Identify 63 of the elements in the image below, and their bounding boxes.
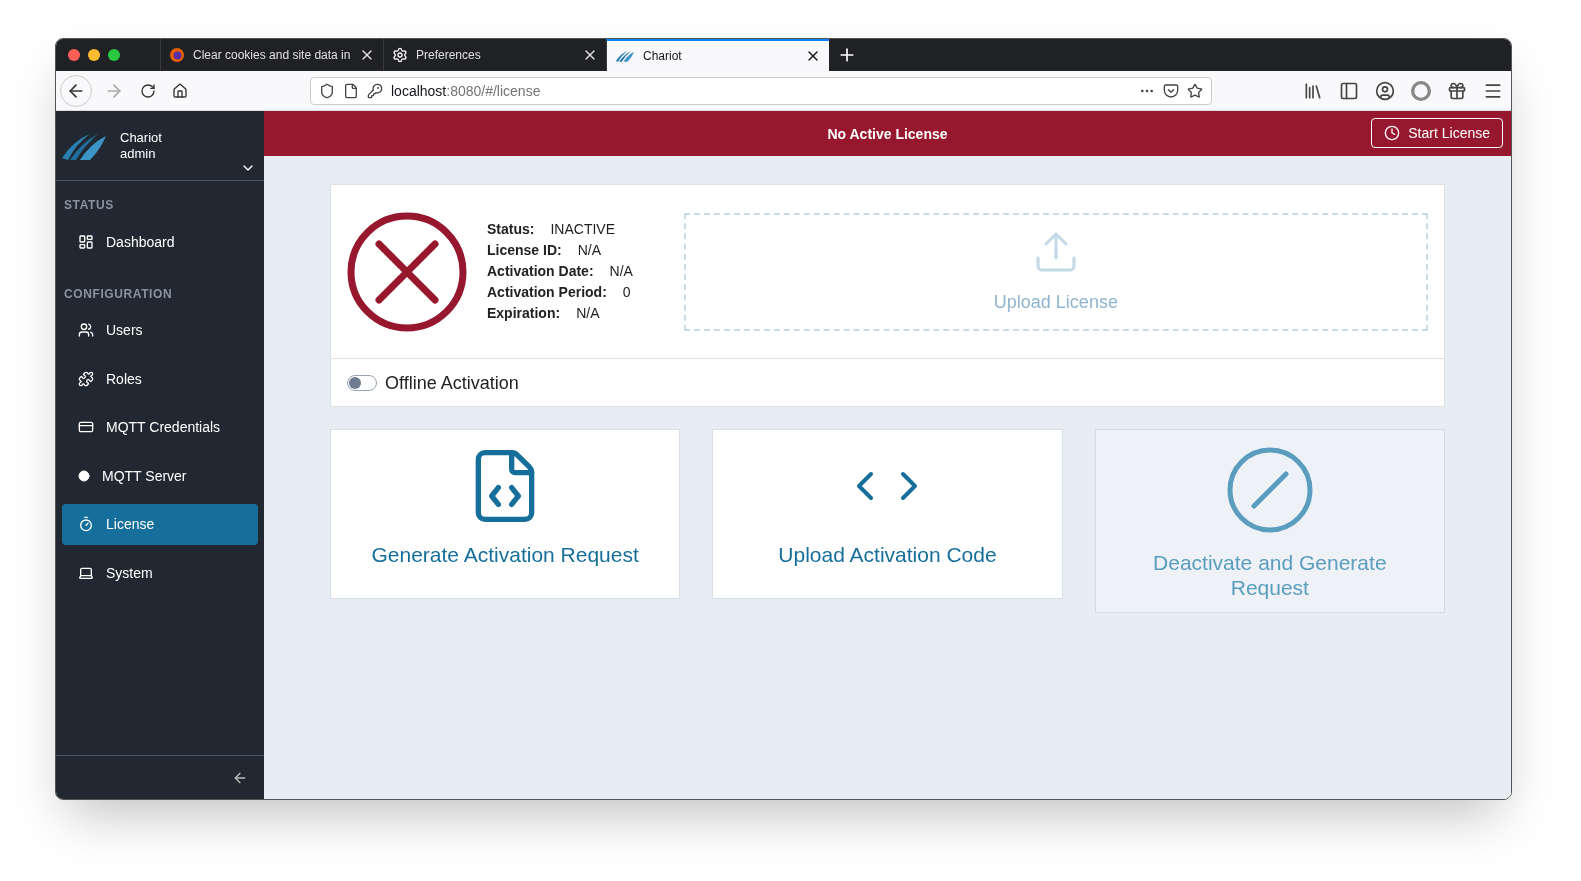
section-heading: CONFIGURATION (63, 285, 174, 302)
gift-icon[interactable] (1447, 80, 1467, 101)
offline-activation-toggle[interactable] (347, 374, 377, 391)
dashboard-icon (78, 233, 94, 250)
nav-item[interactable]: Dashboard (62, 221, 258, 262)
field-label: License ID: (487, 241, 562, 260)
url-text: localhost:8080/#/license (391, 81, 541, 101)
tab-title: Preferences (416, 47, 482, 63)
puzzle-icon (78, 370, 94, 387)
close-window-icon (68, 49, 80, 61)
logo-icon (615, 48, 635, 64)
nav-item[interactable]: MQTT Server (62, 455, 258, 496)
extension-icon[interactable] (1411, 80, 1431, 101)
start-license-button[interactable]: Start License (1371, 118, 1503, 148)
account-icon[interactable] (1375, 80, 1395, 101)
tab-title: Chariot (643, 48, 683, 64)
pocket-icon[interactable] (1163, 82, 1179, 99)
tab-title: Clear cookies and site data in (193, 47, 351, 63)
forbidden-icon (1225, 446, 1314, 534)
nav-item[interactable]: MQTT Credentials (62, 406, 258, 448)
browser-icon (169, 47, 185, 63)
field-value: INACTIVE (550, 220, 616, 239)
nav-item[interactable]: System (62, 552, 258, 593)
star-icon[interactable] (1187, 82, 1203, 99)
key-icon (367, 82, 383, 99)
field-value: 0 (622, 283, 631, 302)
toggle-label: Offline Activation (385, 371, 519, 395)
upload-label: Upload License (993, 290, 1118, 314)
field-label: Activation Period: (487, 283, 607, 302)
field-value: N/A (609, 262, 633, 281)
nav-item[interactable]: Users (62, 309, 258, 351)
dot-icon (78, 469, 90, 482)
zoom-window-icon (108, 49, 120, 61)
page-icon (343, 82, 359, 99)
field-label: Status: (487, 220, 535, 239)
clock-icon (1384, 125, 1401, 141)
shield-icon (319, 82, 335, 99)
home-icon[interactable] (172, 82, 188, 99)
banner-title: No Active License (827, 124, 948, 144)
sidebar-icon[interactable] (1339, 80, 1359, 101)
field-value: N/A (576, 304, 600, 323)
section-heading: STATUS (63, 197, 115, 213)
field-label: Expiration: (487, 304, 561, 323)
nav-item[interactable]: Roles (62, 358, 258, 399)
field-value: N/A (577, 241, 602, 260)
action-label: Generate Activation Request (371, 542, 639, 567)
address-bar[interactable]: localhost:8080/#/license (310, 76, 1212, 105)
stopwatch-icon (78, 516, 94, 532)
minimize-window-icon (88, 49, 100, 61)
users-icon (78, 322, 94, 338)
action-card[interactable]: Upload Activation Code (712, 429, 1063, 599)
field-label: Activation Date: (487, 262, 594, 281)
action-label: Deactivate and Generate Request (1152, 550, 1388, 600)
error-icon (347, 211, 467, 332)
card-icon (78, 419, 94, 435)
settings-icon (392, 47, 408, 63)
app-name: Chariot (120, 129, 162, 146)
nav-item[interactable]: License (62, 503, 258, 545)
reload-icon[interactable] (140, 82, 156, 99)
action-label: Upload Activation Code (778, 542, 997, 567)
action-card[interactable]: Generate Activation Request (330, 429, 681, 599)
browser-tab[interactable]: Chariot (606, 39, 829, 71)
user-name: admin (120, 145, 157, 162)
